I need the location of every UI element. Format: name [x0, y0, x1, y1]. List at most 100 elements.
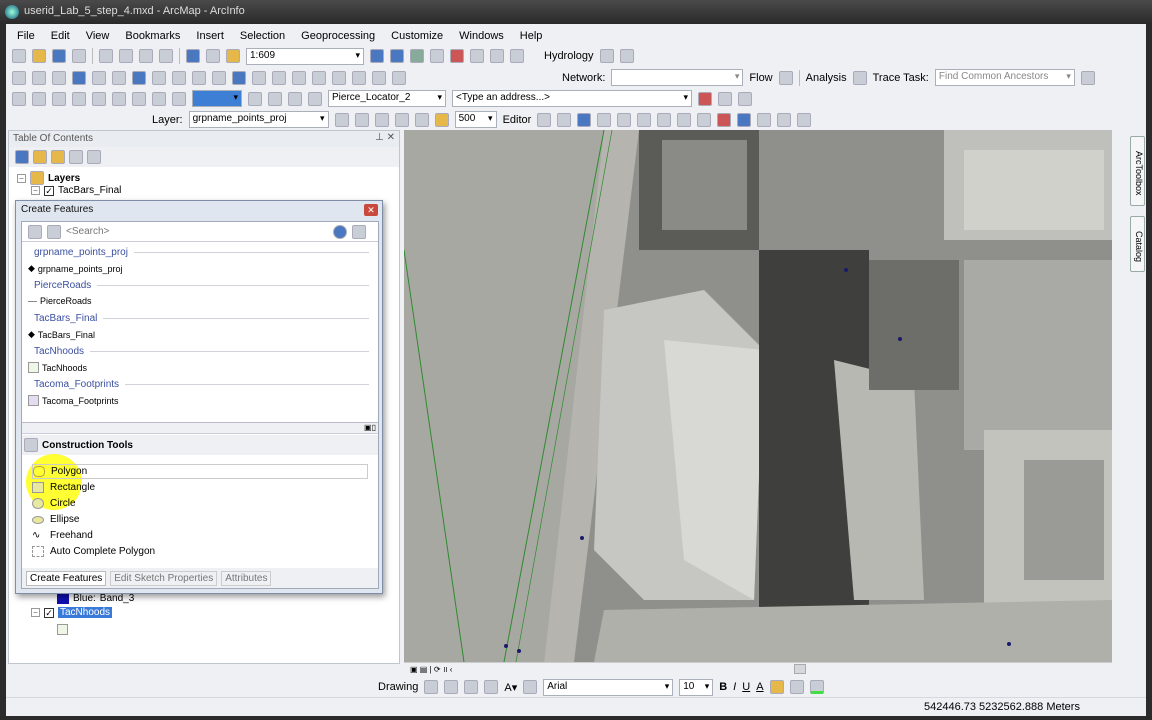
tool-icon[interactable] — [172, 91, 186, 106]
tool-icon[interactable] — [112, 91, 126, 106]
editor-menu[interactable]: Editor — [503, 114, 532, 126]
edit-vertices-icon[interactable] — [657, 112, 672, 127]
organize-templates-icon[interactable] — [47, 224, 61, 239]
clear-search-icon[interactable] — [352, 224, 366, 239]
menu-file[interactable]: File — [12, 30, 40, 42]
panel-layout-icons[interactable]: ▣▯ — [364, 423, 376, 432]
tab-attributes[interactable]: Attributes — [221, 570, 272, 586]
collapse-icon[interactable]: − — [17, 173, 26, 183]
back-extent-icon[interactable] — [132, 70, 146, 85]
geocode-icon2[interactable] — [738, 91, 752, 106]
underline-button[interactable]: U — [742, 681, 750, 693]
find-icon[interactable] — [312, 70, 326, 85]
snap-icon[interactable] — [434, 112, 449, 127]
visibility-checkbox[interactable]: ✓ — [44, 185, 54, 196]
cut-icon[interactable] — [99, 49, 113, 63]
tool-icon[interactable] — [597, 112, 612, 127]
toc-layer-tacnhoods[interactable]: − ✓ TacNhoods — [31, 607, 113, 618]
catalog-tab[interactable]: Catalog — [1130, 216, 1145, 272]
map-scale-combo[interactable]: 1:609 — [246, 47, 364, 65]
tool-icon[interactable] — [617, 112, 632, 127]
color-combo[interactable] — [192, 90, 242, 107]
tool-icon[interactable] — [72, 91, 86, 106]
editor-toolbar-icon[interactable] — [370, 49, 384, 63]
straight-segment-icon[interactable] — [577, 112, 592, 127]
tool-icon[interactable] — [12, 91, 26, 106]
arctoolbox-tab[interactable]: ArcToolbox — [1130, 136, 1145, 206]
create-features-icon[interactable] — [797, 112, 812, 127]
solve-icon[interactable] — [1080, 70, 1095, 85]
find-route-icon[interactable] — [332, 70, 346, 85]
fixed-zoom-out-icon[interactable] — [112, 70, 126, 85]
template-item[interactable]: TacNhoods — [28, 362, 87, 373]
whats-this-icon[interactable] — [510, 49, 524, 63]
geocode-icon[interactable] — [698, 91, 712, 106]
tool-icon[interactable] — [308, 91, 322, 106]
tool-icon[interactable] — [637, 112, 652, 127]
measure-icon[interactable] — [292, 70, 306, 85]
cut-polygons-icon[interactable] — [697, 112, 712, 127]
hydrology-tool-icon[interactable] — [599, 49, 614, 63]
arctoolbox-icon[interactable] — [450, 49, 464, 63]
collapse-icon[interactable]: − — [31, 186, 40, 195]
list-by-source-icon[interactable] — [33, 150, 47, 164]
menu-geoprocessing[interactable]: Geoprocessing — [296, 30, 380, 42]
locator-combo[interactable]: Pierce_Locator_2 — [328, 90, 446, 107]
forward-extent-icon[interactable] — [152, 70, 166, 85]
menu-customize[interactable]: Customize — [386, 30, 448, 42]
hyperlink-icon[interactable] — [252, 70, 266, 85]
new-document-icon[interactable] — [12, 49, 26, 63]
tab-create-features[interactable]: Create Features — [26, 570, 107, 586]
python-window-icon[interactable] — [470, 49, 484, 63]
address-input[interactable]: <Type an address...> — [452, 90, 692, 107]
rotate-icon[interactable] — [444, 680, 459, 694]
tool-icon[interactable] — [374, 112, 389, 127]
tab-edit-sketch-properties[interactable]: Edit Sketch Properties — [110, 570, 218, 586]
collapse-icon[interactable]: − — [31, 608, 40, 617]
options-icon[interactable] — [87, 150, 101, 164]
geocode-options-icon[interactable] — [718, 91, 732, 106]
list-by-selection-icon[interactable] — [69, 150, 83, 164]
zoom-in-icon[interactable] — [12, 70, 26, 85]
tool-polygon[interactable]: Polygon — [32, 464, 368, 479]
map-horizontal-scrollbar[interactable]: ▣ ▤ | ⟳ ॥ ‹ — [404, 662, 1112, 675]
tool-icon[interactable] — [334, 112, 349, 127]
modelbuilder-icon[interactable] — [490, 49, 504, 63]
italic-button[interactable]: I — [733, 681, 736, 693]
fill-color-icon[interactable] — [769, 680, 784, 694]
tool-icon[interactable] — [268, 91, 282, 106]
search-window-icon[interactable] — [430, 49, 444, 63]
menu-edit[interactable]: Edit — [46, 30, 75, 42]
trace-task-combo[interactable]: Find Common Ancestors — [934, 69, 1075, 86]
toc-layer-tacbars[interactable]: − ✓ TacBars_Final — [31, 185, 121, 196]
template-item[interactable]: Tacoma_Footprints — [28, 395, 119, 406]
map-view[interactable] — [404, 130, 1112, 662]
html-popup-icon[interactable] — [272, 70, 286, 85]
template-item[interactable]: ◆ grpname_points_proj — [28, 263, 122, 274]
hydrology-menu[interactable]: Hydrology — [544, 50, 594, 62]
template-item[interactable]: ◆ TacBars_Final — [28, 329, 95, 340]
catalog-window-icon[interactable] — [410, 49, 424, 63]
search-icon[interactable] — [333, 224, 347, 239]
split-icon[interactable] — [717, 112, 732, 127]
hydrology-tool2-icon[interactable] — [619, 49, 634, 63]
font-color-button[interactable]: A — [756, 681, 763, 693]
select-elements-icon[interactable] — [212, 70, 226, 85]
menu-help[interactable]: Help — [515, 30, 548, 42]
zoom-out-icon[interactable] — [32, 70, 46, 85]
edit-tool-icon[interactable] — [537, 112, 552, 127]
toc-layers-root[interactable]: − Layers — [17, 171, 80, 185]
pan-icon[interactable] — [52, 70, 66, 85]
tool-icon[interactable] — [152, 91, 166, 106]
clear-selection-icon[interactable] — [192, 70, 206, 85]
print-icon[interactable] — [72, 49, 86, 63]
flow-menu[interactable]: Flow — [749, 72, 772, 84]
menu-view[interactable]: View — [81, 30, 115, 42]
snap-value-input[interactable]: 500 — [454, 111, 497, 128]
template-item[interactable]: PierceRoads — [28, 296, 92, 306]
layout-view-icons[interactable]: ▣ ▤ | ⟳ ॥ ‹ — [410, 664, 452, 675]
font-size-combo[interactable]: 10 — [679, 678, 714, 696]
tool-ellipse[interactable]: Ellipse — [32, 512, 79, 527]
list-by-drawing-order-icon[interactable] — [15, 150, 29, 164]
edit-vertices-icon[interactable] — [523, 680, 538, 694]
